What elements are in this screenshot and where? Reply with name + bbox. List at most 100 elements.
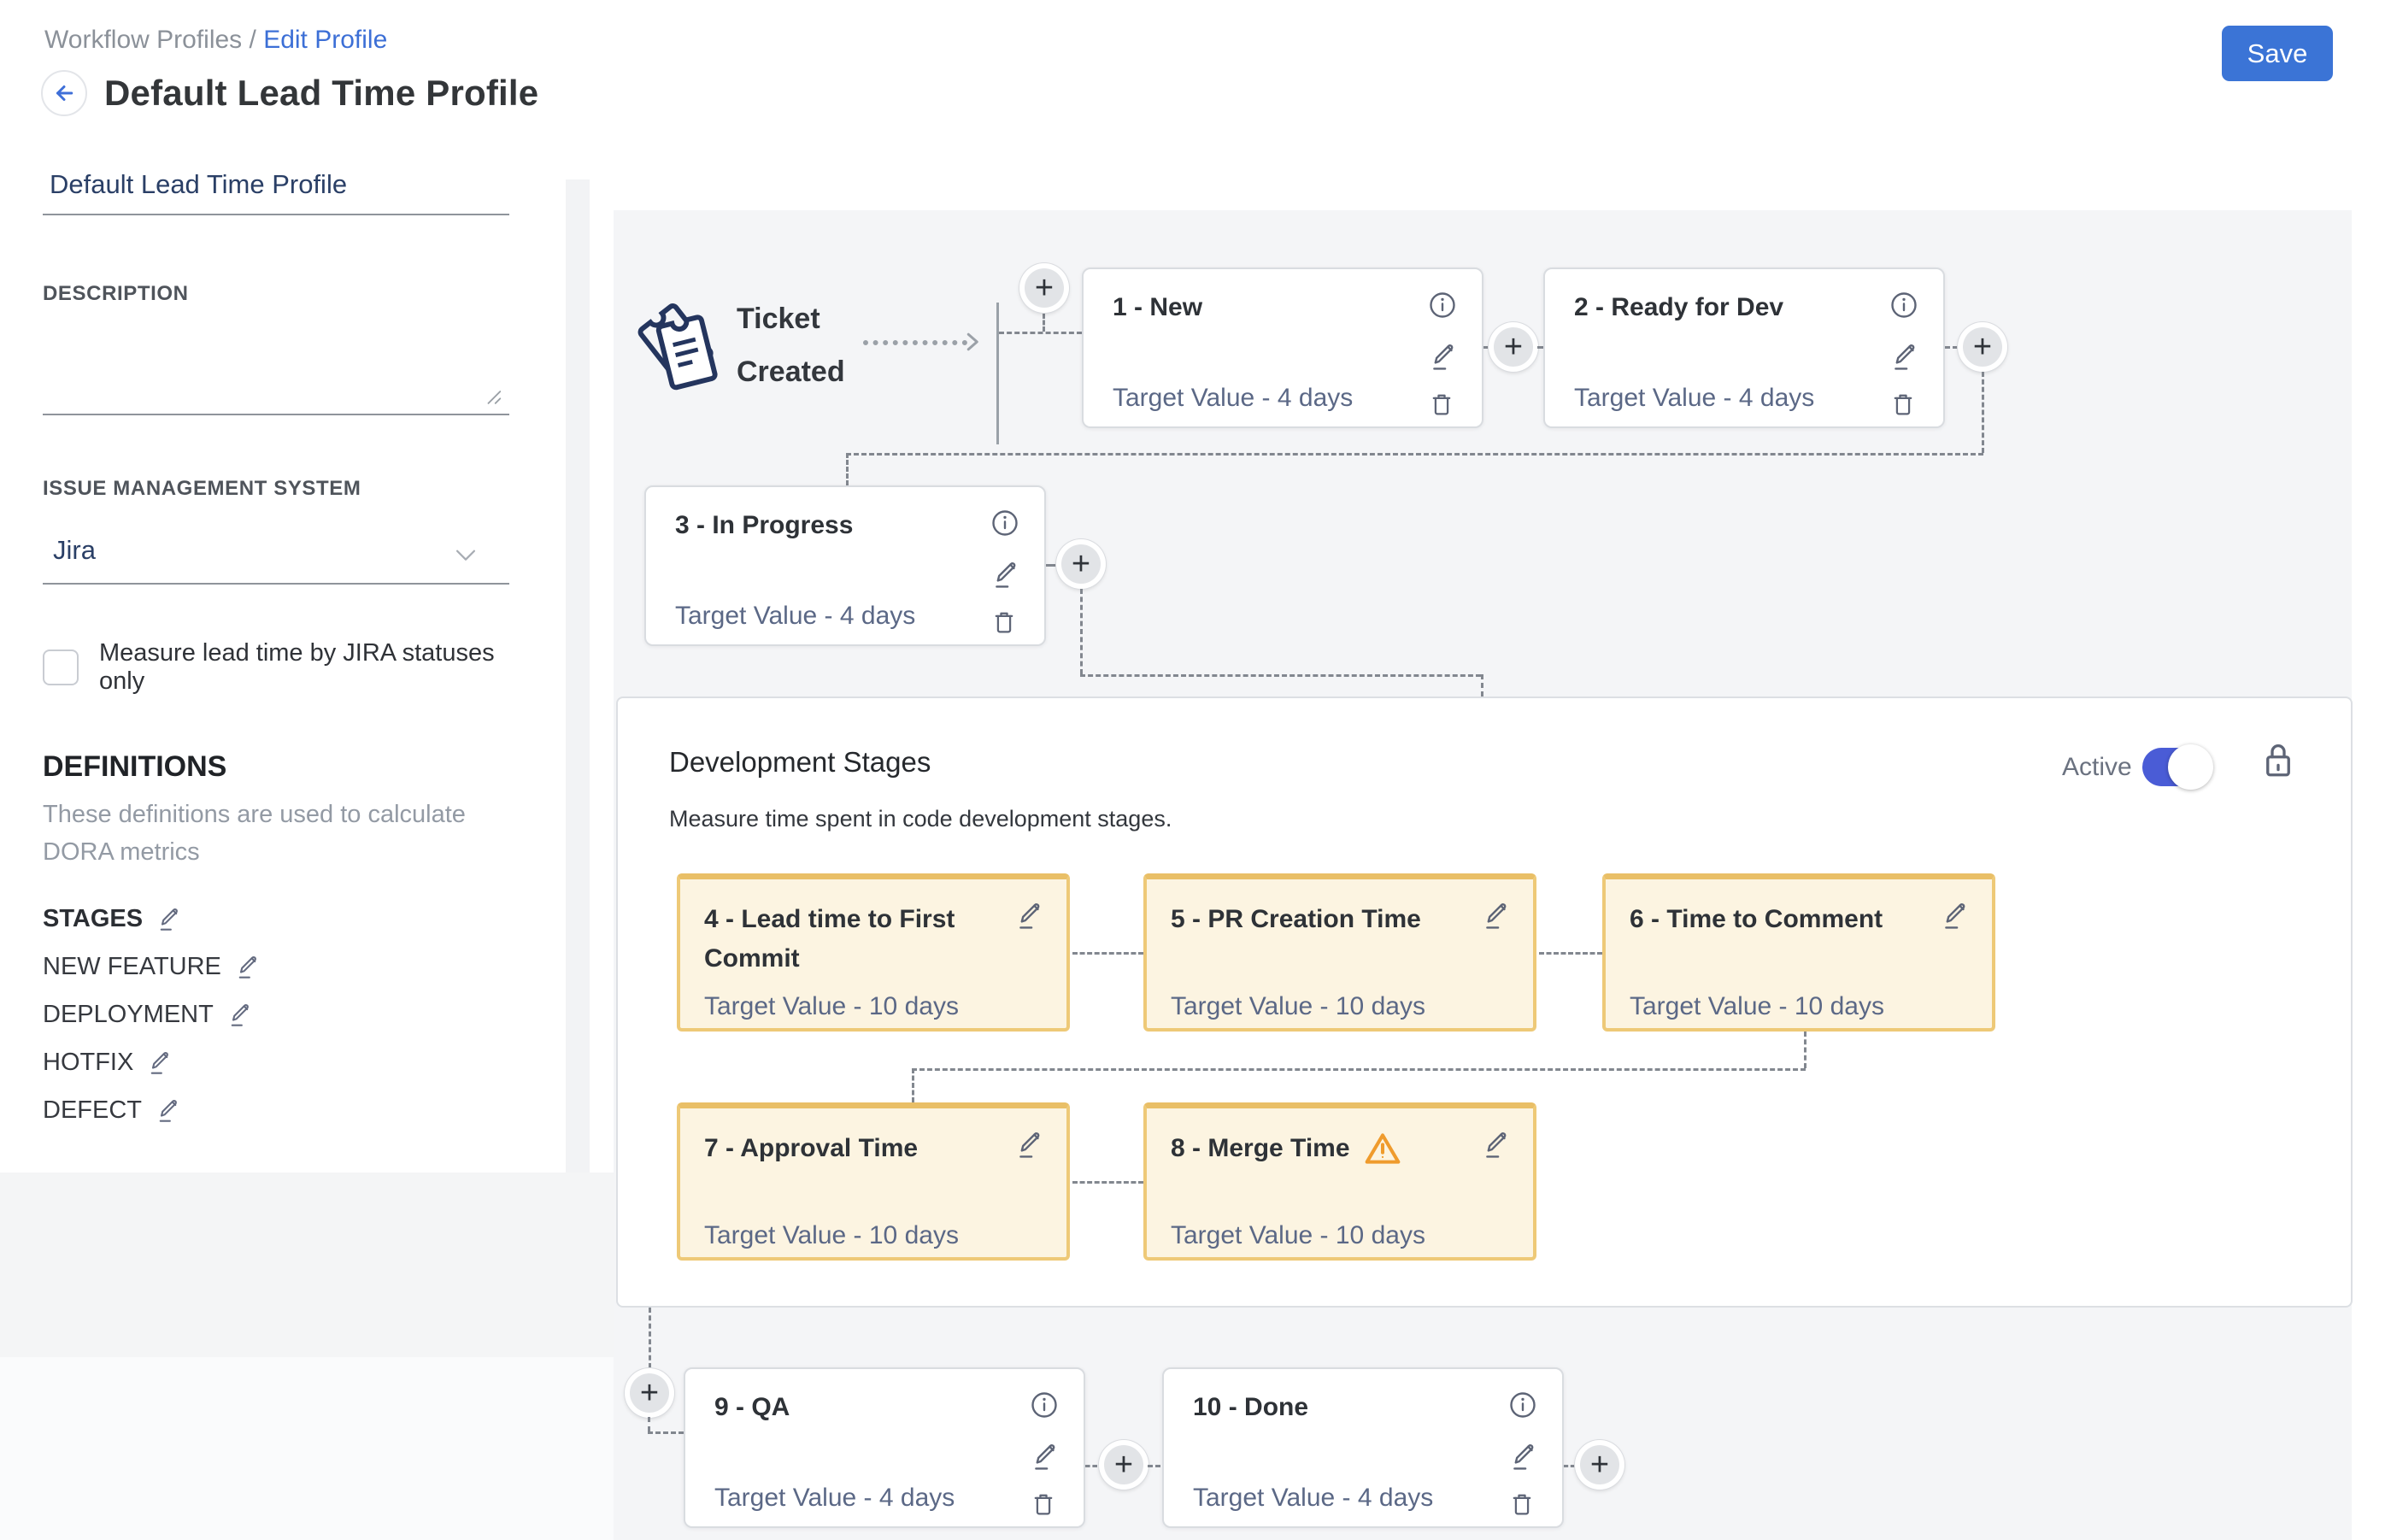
connector-line <box>1080 589 1083 674</box>
trash-icon[interactable] <box>1427 389 1456 420</box>
add-stage-button[interactable]: + <box>1489 322 1538 372</box>
profile-name-input[interactable] <box>43 161 509 215</box>
connector-line <box>912 1068 1806 1071</box>
connector-line <box>1539 952 1602 955</box>
stage-card[interactable]: 10 - Done Target Value - 4 days <box>1162 1367 1564 1528</box>
resize-handle-icon[interactable] <box>484 388 502 407</box>
connector-line <box>1804 1032 1806 1068</box>
dev-stage-card[interactable]: 4 - Lead time to First Commit Target Val… <box>677 873 1070 1032</box>
pencil-icon[interactable] <box>156 906 182 933</box>
panel-title: Development Stages <box>669 746 931 779</box>
pencil-icon[interactable] <box>1509 1441 1538 1473</box>
info-icon[interactable] <box>1889 290 1919 320</box>
pencil-icon[interactable] <box>1482 1129 1511 1161</box>
pencil-icon[interactable] <box>1015 900 1044 932</box>
add-stage-button[interactable]: + <box>1099 1440 1149 1490</box>
info-icon[interactable] <box>1029 1390 1060 1420</box>
connector-line <box>999 332 1082 334</box>
definitions-title: DEFINITIONS <box>43 750 509 784</box>
connector-arrow <box>863 340 967 345</box>
arrow-head-icon <box>959 329 984 355</box>
info-icon[interactable] <box>990 508 1020 538</box>
trash-icon[interactable] <box>1889 389 1918 420</box>
info-icon[interactable] <box>1427 290 1458 320</box>
pencil-icon[interactable] <box>1015 1129 1044 1161</box>
sidebar-item-hotfix[interactable]: HOTFIX <box>43 1049 509 1077</box>
dev-stage-target-value: Target Value - 10 days <box>1171 992 1425 1021</box>
sidebar-divider <box>566 179 590 1173</box>
connector-line <box>1945 346 1958 349</box>
add-stage-button[interactable]: + <box>1019 263 1069 313</box>
sidebar-item-deployment[interactable]: DEPLOYMENT <box>43 1001 509 1029</box>
stage-target-value: Target Value - 4 days <box>714 1484 955 1513</box>
info-icon[interactable] <box>1507 1390 1538 1420</box>
warning-triangle-icon <box>1364 1131 1401 1167</box>
add-stage-button[interactable]: + <box>1056 539 1106 589</box>
trash-icon[interactable] <box>990 607 1019 638</box>
trash-icon[interactable] <box>1029 1489 1058 1519</box>
pencil-icon[interactable] <box>227 1002 253 1029</box>
breadcrumb-root[interactable]: Workflow Profiles <box>44 26 242 54</box>
jira-statuses-checkbox[interactable] <box>43 650 79 685</box>
save-button[interactable]: Save <box>2222 26 2333 81</box>
toggle-knob <box>2168 744 2213 790</box>
connector-line <box>1043 314 1045 332</box>
plus-icon: + <box>630 1373 669 1413</box>
dev-stage-card[interactable]: 8 - Merge Time Target Value - 10 days <box>1143 1102 1536 1261</box>
connector-line <box>1072 952 1143 955</box>
connector-line <box>649 1308 651 1368</box>
jira-statuses-checkbox-row[interactable]: Measure lead time by JIRA statuses only <box>43 639 509 696</box>
start-node-label: Ticket Created <box>737 292 890 398</box>
dev-stage-title: 4 - Lead time to First Commit <box>704 900 1002 979</box>
stage-target-value: Target Value - 4 days <box>1574 384 1814 413</box>
description-label: DESCRIPTION <box>43 282 509 306</box>
pencil-icon[interactable] <box>991 559 1020 591</box>
sidebar-item-defect[interactable]: DEFECT <box>43 1096 509 1125</box>
stage-target-value: Target Value - 4 days <box>1113 384 1353 413</box>
pencil-icon[interactable] <box>1429 341 1458 373</box>
workflow-profile-editor: Workflow Profiles / Edit Profile Default… <box>0 0 2391 1540</box>
profile-sidebar: DESCRIPTION ISSUE MANAGEMENT SYSTEM Jira… <box>43 161 509 1144</box>
stage-card[interactable]: 3 - In Progress Target Value - 4 days <box>644 485 1046 646</box>
stage-card[interactable]: 9 - QA Target Value - 4 days <box>684 1367 1085 1528</box>
pencil-icon[interactable] <box>235 954 261 981</box>
lock-icon[interactable] <box>2260 738 2296 785</box>
chevron-down-icon <box>451 540 480 569</box>
pencil-icon[interactable] <box>1031 1441 1060 1473</box>
connector-line <box>1537 346 1543 349</box>
issue-system-label: ISSUE MANAGEMENT SYSTEM <box>43 477 509 501</box>
arrow-left-icon <box>51 80 77 106</box>
stage-card[interactable]: 1 - New Target Value - 4 days <box>1082 267 1483 428</box>
dev-stage-title: 7 - Approval Time <box>704 1129 918 1168</box>
description-input[interactable] <box>43 314 509 415</box>
active-toggle[interactable] <box>2142 748 2209 786</box>
background-block <box>0 1173 614 1357</box>
background-block-light <box>0 1357 614 1540</box>
pencil-icon[interactable] <box>1482 900 1511 932</box>
add-stage-button[interactable]: + <box>1958 322 2007 372</box>
pencil-icon[interactable] <box>156 1097 181 1125</box>
issue-system-value: Jira <box>53 535 96 565</box>
stage-title: 9 - QA <box>714 1393 790 1422</box>
pencil-icon[interactable] <box>147 1049 173 1077</box>
stage-card[interactable]: 2 - Ready for Dev Target Value - 4 days <box>1543 267 1945 428</box>
dev-stage-card[interactable]: 6 - Time to Comment Target Value - 10 da… <box>1602 873 1995 1032</box>
sidebar-item-stages[interactable]: STAGES <box>43 905 509 933</box>
workflow-canvas: Ticket Created + 1 - New Target Value - … <box>614 210 2352 1540</box>
pencil-icon[interactable] <box>1941 900 1970 932</box>
back-button[interactable] <box>41 70 87 116</box>
dev-stage-card[interactable]: 5 - PR Creation Time Target Value - 10 d… <box>1143 873 1536 1032</box>
category-label: HOTFIX <box>43 1049 133 1077</box>
category-label: DEPLOYMENT <box>43 1001 214 1029</box>
trash-icon[interactable] <box>1507 1489 1536 1519</box>
issue-system-select[interactable]: Jira <box>43 514 509 585</box>
connector-line <box>648 1417 650 1431</box>
dev-stage-card[interactable]: 7 - Approval Time Target Value - 10 days <box>677 1102 1070 1261</box>
breadcrumb-current[interactable]: Edit Profile <box>263 26 387 54</box>
panel-subtitle: Measure time spent in code development s… <box>669 806 1172 832</box>
add-stage-button[interactable]: + <box>1575 1440 1624 1490</box>
add-stage-button[interactable]: + <box>625 1368 674 1418</box>
pencil-icon[interactable] <box>1890 341 1919 373</box>
page-title: Default Lead Time Profile <box>104 73 538 114</box>
sidebar-item-new-feature[interactable]: NEW FEATURE <box>43 953 509 981</box>
